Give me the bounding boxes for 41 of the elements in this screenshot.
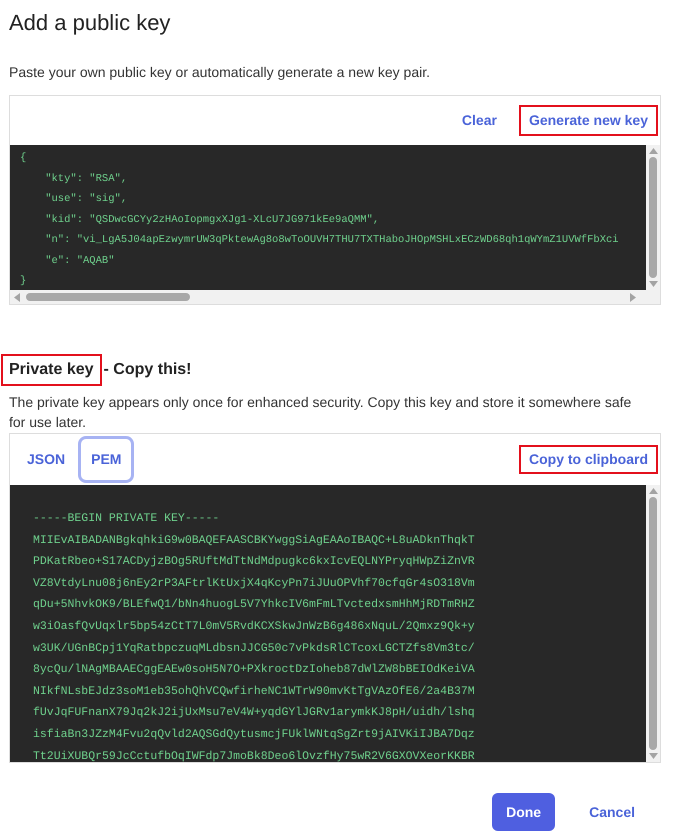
code-line: "use": "sig",	[44, 192, 128, 207]
cancel-button[interactable]: Cancel	[565, 793, 659, 831]
key-line: isfiaBn3JZzM4Fvu2qQvld2AQSGdQytusmcjFUklWNtqSgZrt9jAIVKiIJBA7Dqz	[33, 726, 475, 743]
key-line: NIkfNLsbEJdz3soM1eb35ohQhVCQwfirheNC1WTrW90mvKtTgVAzOfE6/2a4B37M	[33, 684, 475, 700]
key-line: -----BEGIN PRIVATE KEY-----	[33, 511, 220, 527]
action-link[interactable]: Generate new key	[520, 107, 656, 134]
code-line: "e": "AQAB"	[44, 254, 115, 268]
page-title: Add a public key	[9, 9, 170, 37]
key-line: fUvJqFUFnanX79Jq2kJ2ijUxMsu7eV4W+yqdGYlJGRv1arymkKJ8pH/uidh/lshq	[33, 705, 475, 722]
left-arrow-icon[interactable]	[14, 292, 20, 302]
vertical-scrollbar[interactable]	[646, 485, 660, 762]
action-link[interactable]: Clear	[454, 107, 505, 134]
key-line: Tt2UiXUBQr59JcCctufbOqIWFdp7JmoBk8Deo6lOvzfHy75wR2V6GXOVXeorKKBR	[33, 748, 475, 762]
done-button[interactable]: Done	[492, 793, 556, 831]
code-line: {	[20, 151, 26, 166]
code-line: "n": "vi_LgA5J04apEzwymrUW3qPktewAg8o8wToOUVH7THU7TXTHaboJHOpMSHLxECzWD68qh1qWYmZ1UVWfFbXci	[44, 233, 619, 248]
scrollbar-thumb[interactable]	[649, 497, 657, 750]
down-arrow-icon[interactable]	[648, 753, 658, 759]
code-line: }	[20, 274, 26, 289]
vertical-scrollbar[interactable]	[646, 145, 660, 290]
private-key-description: The private key appears only once for enhanced security. Copy this key and store it somewhere safe for use later.	[9, 393, 632, 432]
key-line: MIIEvAIBADANBgkqhkiG9w0BAQEFAASCBKYwggSiAgEAAoIBAQC+L8uADknThqkT	[33, 532, 475, 549]
scrollbar-thumb[interactable]	[649, 157, 657, 278]
up-arrow-icon[interactable]	[648, 148, 658, 154]
key-line: VZ8VtdyLnu08j6nEy2rP3AFtrlKtUxjX4qKcyPn7iJUuOPVhf70cfqGr4sO318Vm	[33, 576, 475, 592]
code-line: "kty": "RSA",	[44, 172, 128, 186]
horizontal-scrollbar-thumb[interactable]	[26, 293, 190, 301]
key-line: 8ycQu/lNAgMBAAECggEAEw0soH5N7O+PXkroctDzIoheb87dWlZW8bBEIOdKeiVA	[33, 662, 475, 678]
key-line: w3iOasfQvUqxlr5bp54zCtT7L0mV5RvdKCXSkwJnWzB6g486xNquL/2Qmxz9Qk+y	[33, 618, 475, 635]
key-line: w3UK/UGnBCpj1YqRatbpczuqMLdbsnJJCG50c7vPkdsRlCTcoxLGCTZfs8Vm3tc/	[33, 640, 475, 657]
copy-link[interactable]: Copy to clipboard	[521, 447, 656, 472]
description: Paste your own public key or automatically generate a new key pair.	[9, 63, 432, 82]
code-line: "kid": "QSDwcGCYy2zHAoIopmgxXJg1-XLcU7JG971kEe9aQMM",	[44, 212, 380, 228]
up-arrow-icon[interactable]	[648, 488, 658, 494]
section-heading: Private key	[3, 356, 100, 384]
key-line: PDKatRbeo+S17ACDyjzBOg5RUftMdTtNdMdpugkc6kxIcvEQLNYPryqHWpZiZnVR	[33, 554, 475, 570]
heading-suffix: - Copy this!	[104, 360, 192, 380]
down-arrow-icon[interactable]	[648, 281, 658, 287]
key-line: qDu+5NhvkOK9/BLEfwQ1/bNn4huogL5V7YhkcIV6mFmLTvctedxsmHhMjRDTmRHZ	[33, 597, 475, 614]
format-tab[interactable]: JSON	[14, 436, 78, 483]
right-arrow-icon[interactable]	[630, 292, 636, 302]
